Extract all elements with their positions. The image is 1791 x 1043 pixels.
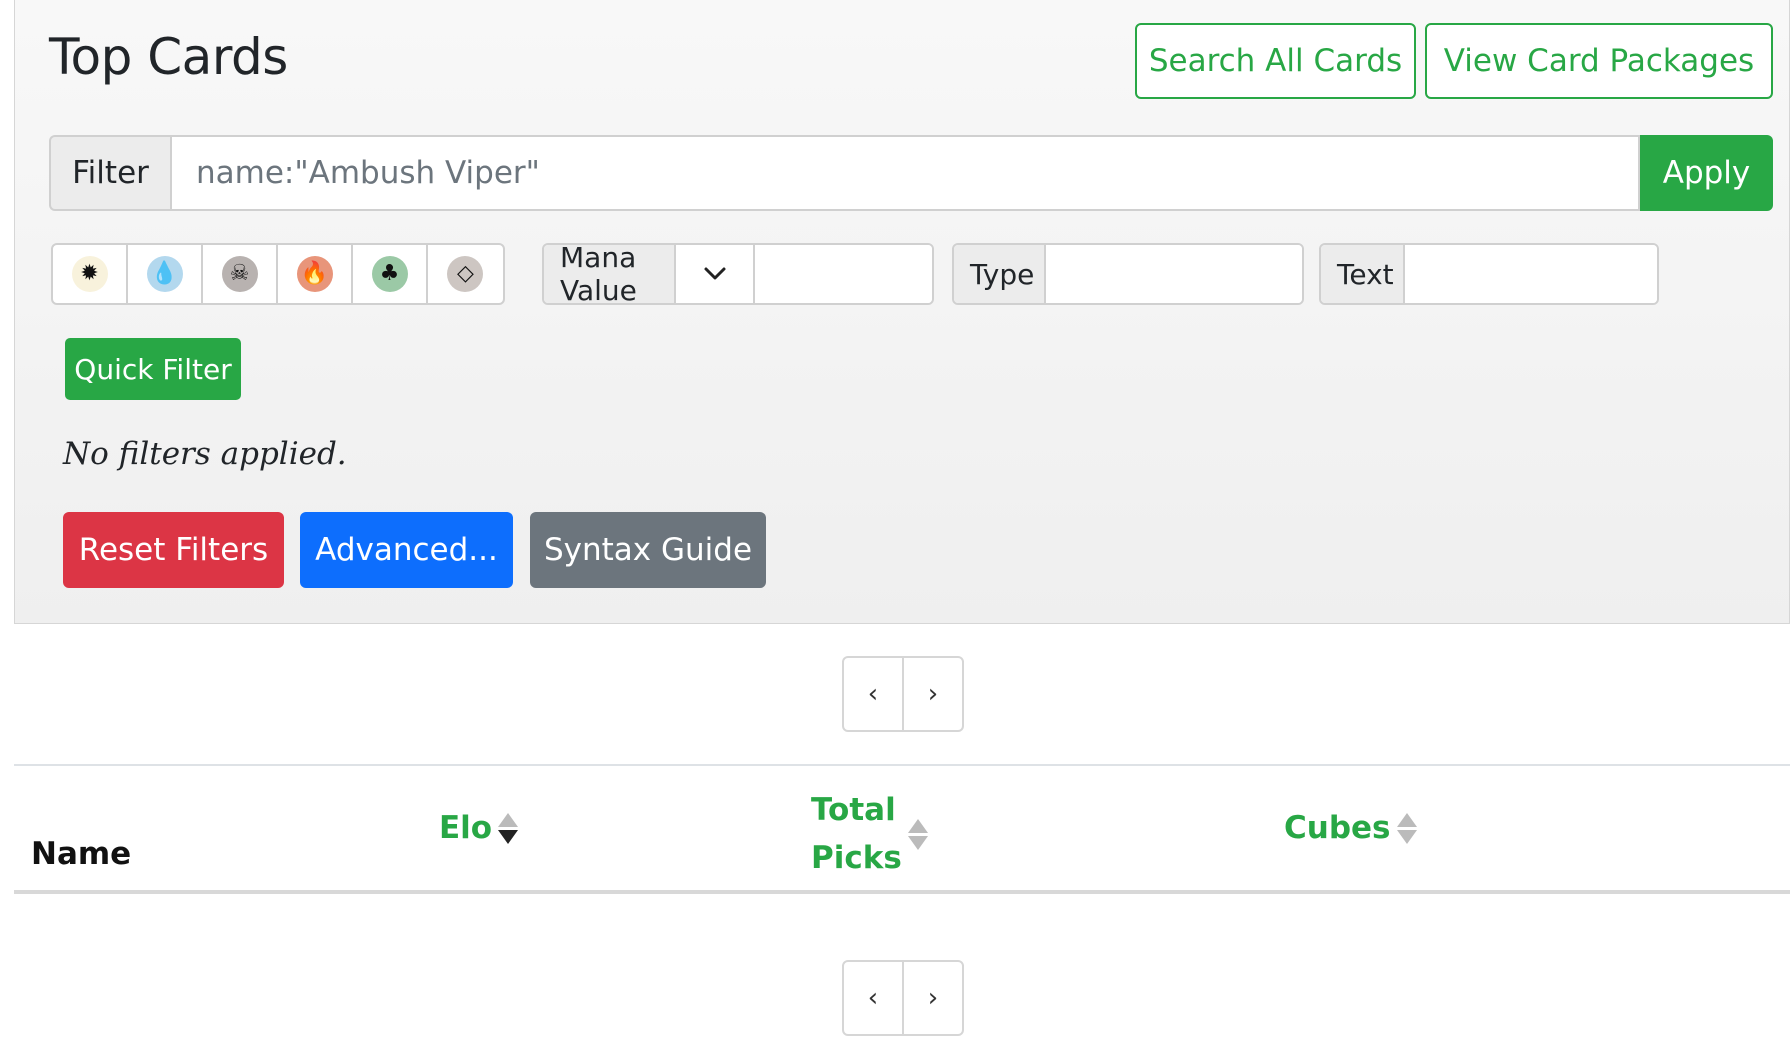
search-all-cards-button[interactable]: Search All Cards: [1135, 23, 1416, 99]
colorless-mana-icon: ◇: [447, 256, 484, 292]
type-filter-input[interactable]: [1046, 245, 1302, 303]
color-toggle-red[interactable]: 🔥: [278, 245, 353, 303]
color-toggle-black[interactable]: ☠: [203, 245, 278, 303]
filter-input[interactable]: [170, 135, 1640, 211]
filter-label: Filter: [49, 135, 170, 211]
filter-panel: Top Cards Search All Cards View Card Pac…: [14, 0, 1790, 624]
pagination-top: ‹ ›: [842, 656, 964, 732]
color-toggle-colorless[interactable]: ◇: [428, 245, 503, 303]
column-header-name: Name: [31, 836, 132, 872]
text-filter-input[interactable]: [1405, 245, 1657, 303]
filter-input-group: Filter Apply: [49, 135, 1773, 211]
column-header-elo[interactable]: Elo: [439, 810, 519, 846]
column-header-total-picks-label: Total Picks: [811, 786, 902, 882]
color-toggle-green[interactable]: ♣: [353, 245, 428, 303]
column-header-cubes-label: Cubes: [1284, 810, 1391, 846]
color-toggle-group: ✹ 💧 ☠ 🔥 ♣ ◇: [51, 243, 505, 305]
chevron-down-icon: [704, 267, 726, 280]
apply-button[interactable]: Apply: [1640, 135, 1773, 211]
text-filter-group: Text: [1319, 243, 1659, 305]
white-mana-icon: ✹: [71, 256, 108, 292]
pagination-bottom: ‹ ›: [842, 960, 964, 1036]
column-header-elo-label: Elo: [439, 810, 493, 846]
pagination-prev-button[interactable]: ‹: [844, 658, 904, 730]
black-mana-icon: ☠: [221, 256, 258, 292]
quick-filter-button[interactable]: Quick Filter: [65, 338, 241, 400]
pagination-next-button[interactable]: ›: [904, 658, 962, 730]
cards-table-header: Name Elo Total Picks Cubes: [14, 764, 1790, 894]
page-title: Top Cards: [49, 28, 288, 86]
red-mana-icon: 🔥: [296, 256, 333, 292]
advanced-button[interactable]: Advanced...: [300, 512, 513, 588]
sort-icon: [907, 818, 928, 850]
mana-value-operator-select[interactable]: [676, 245, 755, 303]
total-picks-line2: Picks: [811, 840, 902, 876]
filter-status-text: No filters applied.: [63, 436, 347, 472]
mana-value-input[interactable]: [755, 245, 932, 303]
color-toggle-blue[interactable]: 💧: [128, 245, 203, 303]
mana-value-group: Mana Value: [542, 243, 934, 305]
mana-value-label: Mana Value: [544, 245, 677, 303]
pagination-next-button[interactable]: ›: [904, 962, 962, 1034]
sort-desc-icon: [498, 812, 519, 844]
type-filter-group: Type: [952, 243, 1304, 305]
sort-icon: [1396, 812, 1417, 844]
green-mana-icon: ♣: [371, 256, 408, 292]
view-card-packages-button[interactable]: View Card Packages: [1425, 23, 1773, 99]
pagination-prev-button[interactable]: ‹: [844, 962, 904, 1034]
color-toggle-white[interactable]: ✹: [53, 245, 128, 303]
column-header-total-picks[interactable]: Total Picks: [811, 786, 928, 882]
column-header-cubes[interactable]: Cubes: [1284, 810, 1417, 846]
type-filter-label: Type: [954, 245, 1046, 303]
text-filter-label: Text: [1321, 245, 1405, 303]
reset-filters-button[interactable]: Reset Filters: [63, 512, 284, 588]
blue-mana-icon: 💧: [146, 256, 183, 292]
syntax-guide-button[interactable]: Syntax Guide: [530, 512, 766, 588]
total-picks-line1: Total: [811, 792, 896, 828]
